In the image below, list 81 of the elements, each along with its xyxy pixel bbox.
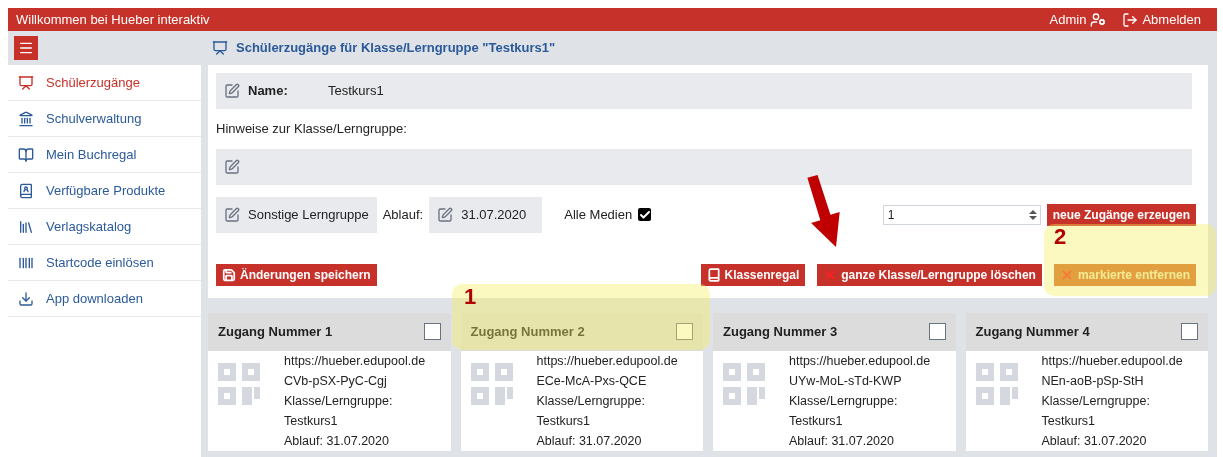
edit-icon[interactable] — [224, 83, 240, 99]
group-value: Testkurs1 — [1041, 412, 1096, 430]
qr-code-placeholder-drawing — [975, 362, 1018, 405]
group-label: Klasse/Lerngruppe: — [284, 392, 394, 410]
count-input[interactable]: 1 — [882, 204, 1041, 225]
presentation-board-icon — [212, 40, 228, 56]
logout-button[interactable]: Abmelden — [1122, 9, 1201, 30]
download-icon — [18, 290, 34, 307]
expiry-value: 31.07.2020 — [461, 205, 527, 224]
sidebar-item[interactable]: Schülerzugänge — [8, 65, 201, 101]
sidebar-item[interactable]: Verlagskatalog — [8, 209, 201, 245]
notes-field[interactable] — [216, 148, 1192, 185]
edit-icon[interactable] — [437, 206, 454, 223]
all-media-label: Alle Medien — [564, 205, 633, 224]
card-expiry: Ablauf: 31.07.2020 — [789, 432, 895, 450]
sidebar-item[interactable]: Startcode einlösen — [8, 245, 201, 281]
all-media-checkbox[interactable] — [638, 208, 652, 221]
card-title: Zugang Nummer 1 — [218, 322, 333, 341]
page-title: Schülerzugänge für Klasse/Lerngruppe "Testkurs1" — [236, 39, 556, 58]
card-checkbox[interactable] — [1181, 323, 1198, 340]
group-value: Testkurs1 — [789, 412, 844, 430]
edit-icon[interactable] — [224, 206, 240, 223]
card-checkbox[interactable] — [423, 323, 441, 340]
group-type-field[interactable]: Sonstige Lerngruppe — [216, 196, 377, 233]
id-card-icon — [18, 182, 34, 199]
logout-icon — [1122, 11, 1139, 28]
expiry-field[interactable]: 31.07.2020 — [429, 196, 543, 233]
qr-code-placeholder-drawing — [218, 362, 260, 405]
annotation-number: 2 — [1054, 224, 1067, 249]
access-code: NEn-aoB-pSp-StH — [1041, 372, 1145, 390]
sidebar-item[interactable]: Mein Buchregal — [8, 137, 201, 173]
action-button[interactable]: Änderungen speichern — [216, 263, 377, 286]
group-label: Klasse/Lerngruppe: — [789, 392, 899, 410]
card-checkbox[interactable] — [928, 323, 946, 340]
access-code: UYw-MoL-sTd-KWP — [789, 372, 903, 390]
count-value: 1 — [887, 206, 895, 224]
name-label: Name: — [248, 82, 289, 101]
save-icon — [222, 267, 236, 282]
group-value: Testkurs1 — [284, 412, 339, 430]
card-checkbox[interactable] — [676, 323, 693, 340]
group-label: Klasse/Lerngruppe: — [1041, 392, 1151, 410]
card-title: Zugang Nummer 2 — [470, 322, 585, 341]
name-value: Testkurs1 — [328, 82, 384, 101]
qr-code-placeholder-drawing — [470, 362, 513, 405]
action-button[interactable]: Klassenregal — [700, 263, 806, 286]
card-url: https://hueber.edupool.de — [284, 352, 426, 370]
card-expiry: Ablauf: 31.07.2020 — [1041, 432, 1148, 450]
card-url: https://hueber.edupool.de — [1041, 352, 1183, 370]
card-expiry: Ablauf: 31.07.2020 — [536, 432, 643, 450]
books-icon — [18, 218, 34, 235]
book-icon — [18, 146, 34, 163]
admin-button[interactable]: Admin — [1049, 9, 1107, 30]
qr-code-placeholder-drawing — [723, 362, 765, 405]
check-icon — [638, 208, 651, 221]
menu-button[interactable] — [14, 36, 38, 60]
card-url: https://hueber.edupool.de — [789, 352, 931, 370]
menu-icon — [18, 40, 34, 56]
group-type-value: Sonstige Lerngruppe — [248, 205, 369, 224]
card-title: Zugang Nummer 4 — [975, 322, 1090, 341]
card-expiry: Ablauf: 31.07.2020 — [284, 432, 390, 450]
sidebar-item[interactable]: Schulverwaltung — [8, 101, 201, 137]
group-label: Klasse/Lerngruppe: — [536, 392, 646, 410]
spinner-icon[interactable] — [1027, 208, 1038, 221]
book-icon — [706, 267, 721, 282]
access-code: ECe-McA-Pxs-QCE — [536, 372, 648, 390]
card-url: https://hueber.edupool.de — [536, 352, 678, 370]
access-code: CVb-pSX-PyC-Cgj — [284, 372, 388, 390]
edit-icon[interactable] — [224, 158, 240, 175]
card-title: Zugang Nummer 3 — [723, 322, 838, 341]
annotation-number: 1 — [464, 284, 477, 309]
welcome-title: Willkommen bei Hueber interaktiv — [16, 10, 210, 29]
sidebar-item[interactable]: App downloaden — [8, 281, 201, 317]
building-icon — [18, 110, 34, 127]
notes-label: Hinweise zur Klasse/Lerngruppe: — [216, 120, 408, 138]
user-settings-icon — [1090, 11, 1107, 28]
expiry-label: Ablauf: — [382, 205, 424, 224]
sidebar-item[interactable]: Verfügbare Produkte — [8, 173, 201, 209]
presentation-board-icon — [18, 74, 34, 91]
create-button[interactable]: neue Zugänge erzeugen — [1046, 203, 1196, 226]
group-value: Testkurs1 — [536, 412, 591, 430]
action-button[interactable]: ganze Klasse/Lerngruppe löschen — [817, 263, 1042, 286]
